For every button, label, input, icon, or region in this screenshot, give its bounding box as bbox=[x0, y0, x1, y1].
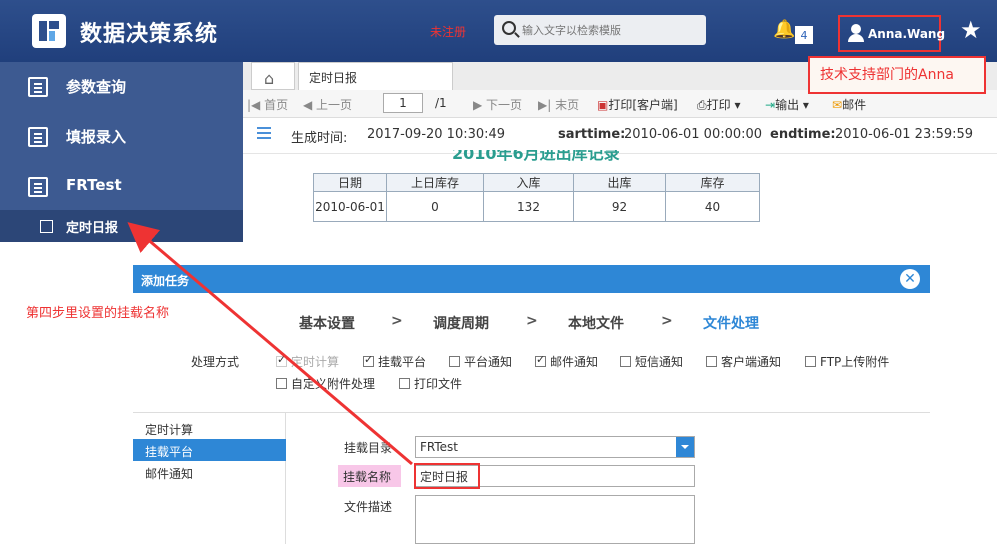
page-number-input[interactable] bbox=[383, 93, 423, 113]
table-cell: 40 bbox=[665, 191, 760, 222]
option-platform-notice[interactable]: 平台通知 bbox=[449, 353, 512, 370]
column-header: 上日库存 bbox=[386, 173, 484, 192]
chevron-down-icon[interactable] bbox=[676, 437, 694, 457]
home-icon: ⌂ bbox=[264, 69, 275, 88]
end-time-value: 2010-06-01 23:59:59 bbox=[835, 127, 974, 142]
report-icon bbox=[28, 127, 48, 147]
app-title: 数据决策系统 bbox=[80, 22, 219, 47]
start-time-value: 2010-06-01 00:00:00 bbox=[624, 127, 763, 142]
step-separator: > bbox=[661, 313, 673, 329]
print-client-button[interactable]: ▣打印[客户端] bbox=[597, 96, 678, 113]
first-page-button[interactable]: |◀ 首页 bbox=[247, 96, 288, 113]
report-toolbar: |◀ 首页 ◀ 上一页 /1 ▶ 下一页 ▶| 末页 ▣打印[客户端] ⎙打印 … bbox=[243, 90, 997, 118]
user-menu[interactable]: Anna.Wang bbox=[838, 15, 945, 52]
table-cell: 132 bbox=[483, 191, 574, 222]
sidebar-item-fill-entry[interactable]: 填报录入 bbox=[0, 112, 243, 160]
process-method-label: 处理方式 bbox=[191, 355, 240, 369]
dialog-header: 添加任务 ✕ bbox=[133, 265, 930, 293]
tab-home[interactable]: ⌂ bbox=[251, 62, 295, 90]
highlight-box bbox=[414, 463, 480, 489]
table-cell: 2010-06-01 bbox=[313, 191, 387, 222]
user-icon bbox=[848, 24, 864, 42]
report-icon bbox=[28, 177, 48, 197]
annotation-callout: 技术支持部门的Anna bbox=[808, 56, 986, 94]
print-button[interactable]: ⎙打印 ▾ bbox=[697, 96, 740, 113]
mail-button[interactable]: ✉邮件 bbox=[832, 96, 866, 113]
step-basic-settings[interactable]: 基本设置 bbox=[299, 313, 355, 333]
list-item-selected[interactable]: 挂载平台 bbox=[133, 439, 286, 461]
notification-count[interactable]: 4 bbox=[795, 26, 813, 44]
search-input[interactable] bbox=[522, 15, 702, 45]
menu-icon[interactable] bbox=[257, 127, 271, 129]
prev-page-button[interactable]: ◀ 上一页 bbox=[303, 96, 352, 113]
mail-icon: ✉ bbox=[832, 98, 843, 112]
option-mount-platform[interactable]: 挂载平台 bbox=[363, 353, 426, 370]
star-icon[interactable]: ★ bbox=[960, 16, 982, 44]
sidebar-subitem-daily-report[interactable]: 定时日报 bbox=[0, 210, 243, 242]
export-button[interactable]: ⇥输出 ▾ bbox=[765, 96, 809, 113]
tab-daily-report[interactable]: 定时日报 bbox=[298, 62, 453, 90]
tab-label: 定时日报 bbox=[309, 71, 358, 85]
next-page-button[interactable]: ▶ 下一页 bbox=[473, 96, 522, 113]
report-icon bbox=[28, 77, 48, 97]
printer-icon: ⎙ bbox=[697, 98, 707, 112]
report-title: 2010年6月进出库记录 bbox=[452, 150, 620, 163]
processing-list: 定时计算 挂载平台 邮件通知 bbox=[133, 413, 286, 544]
step-local-file[interactable]: 本地文件 bbox=[568, 313, 624, 333]
step-schedule[interactable]: 调度周期 bbox=[433, 313, 489, 333]
option-ftp-upload[interactable]: FTP上传附件 bbox=[805, 353, 889, 370]
table-cell: 92 bbox=[573, 191, 666, 222]
report-info-line: 生成时间: 2017-09-20 10:30:49 sarttime: 2010… bbox=[243, 118, 997, 154]
export-icon: ⇥ bbox=[765, 98, 776, 112]
option-sms-notice[interactable]: 短信通知 bbox=[620, 353, 683, 370]
logo-icon bbox=[32, 14, 66, 48]
sidebar-item-frtest[interactable]: FRTest bbox=[0, 162, 243, 210]
option-scheduled-calc: 定时计算 bbox=[276, 353, 339, 370]
step-separator: > bbox=[526, 313, 538, 329]
unregistered-label[interactable]: 未注册 bbox=[430, 23, 466, 40]
sidebar-item-label: FRTest bbox=[66, 176, 122, 194]
user-name: Anna.Wang bbox=[868, 27, 946, 41]
report-icon bbox=[40, 220, 53, 233]
close-icon[interactable]: ✕ bbox=[900, 269, 920, 289]
table-cell: 0 bbox=[386, 191, 484, 222]
sidebar-item-label: 参数查询 bbox=[66, 78, 127, 96]
option-mail-notice[interactable]: 邮件通知 bbox=[535, 353, 598, 370]
list-item[interactable]: 邮件通知 bbox=[133, 461, 286, 483]
sidebar-item-label: 填报录入 bbox=[66, 128, 127, 146]
report-table: 日期 上日库存 入库 出库 库存 2010-06-01 0 132 92 40 bbox=[313, 173, 760, 222]
gen-time-label: 生成时间: bbox=[291, 131, 348, 146]
page-total: /1 bbox=[435, 96, 447, 110]
pdf-icon: ▣ bbox=[597, 98, 609, 112]
option-client-notice[interactable]: 客户端通知 bbox=[706, 353, 781, 370]
column-header: 日期 bbox=[313, 173, 387, 192]
last-page-button[interactable]: ▶| 末页 bbox=[538, 96, 579, 113]
file-desc-label: 文件描述 bbox=[344, 500, 393, 514]
gen-time-value: 2017-09-20 10:30:49 bbox=[367, 127, 506, 142]
search-box[interactable] bbox=[494, 15, 706, 45]
start-time-label: sarttime: bbox=[558, 127, 626, 142]
search-icon bbox=[502, 21, 516, 35]
mount-dir-label: 挂载目录 bbox=[344, 441, 393, 455]
step-separator: > bbox=[391, 313, 403, 329]
sidebar-subitem-label: 定时日报 bbox=[66, 221, 119, 236]
option-custom-attachment[interactable]: 自定义附件处理 bbox=[276, 375, 375, 392]
option-print-file[interactable]: 打印文件 bbox=[399, 375, 462, 392]
column-header: 入库 bbox=[483, 173, 574, 192]
column-header: 出库 bbox=[573, 173, 666, 192]
step-file-processing[interactable]: 文件处理 bbox=[703, 313, 759, 333]
sidebar: 参数查询 填报录入 FRTest 定时日报 bbox=[0, 62, 243, 242]
mount-name-label: 挂载名称 bbox=[338, 465, 401, 487]
mount-dir-select[interactable]: FRTest bbox=[415, 436, 695, 458]
add-task-dialog: 添加任务 ✕ 基本设置 > 调度周期 > 本地文件 > 文件处理 处理方式 定时… bbox=[133, 265, 930, 544]
annotation-label: 第四步里设置的挂载名称 bbox=[26, 306, 170, 321]
table-row: 2010-06-01 0 132 92 40 bbox=[313, 191, 760, 222]
file-desc-textarea[interactable] bbox=[415, 495, 695, 544]
list-item[interactable]: 定时计算 bbox=[133, 417, 286, 439]
sidebar-item-param-query[interactable]: 参数查询 bbox=[0, 62, 243, 110]
end-time-label: endtime: bbox=[770, 127, 836, 142]
bell-icon[interactable]: 🔔 bbox=[773, 19, 795, 40]
column-header: 库存 bbox=[665, 173, 760, 192]
dialog-title: 添加任务 bbox=[141, 274, 190, 288]
